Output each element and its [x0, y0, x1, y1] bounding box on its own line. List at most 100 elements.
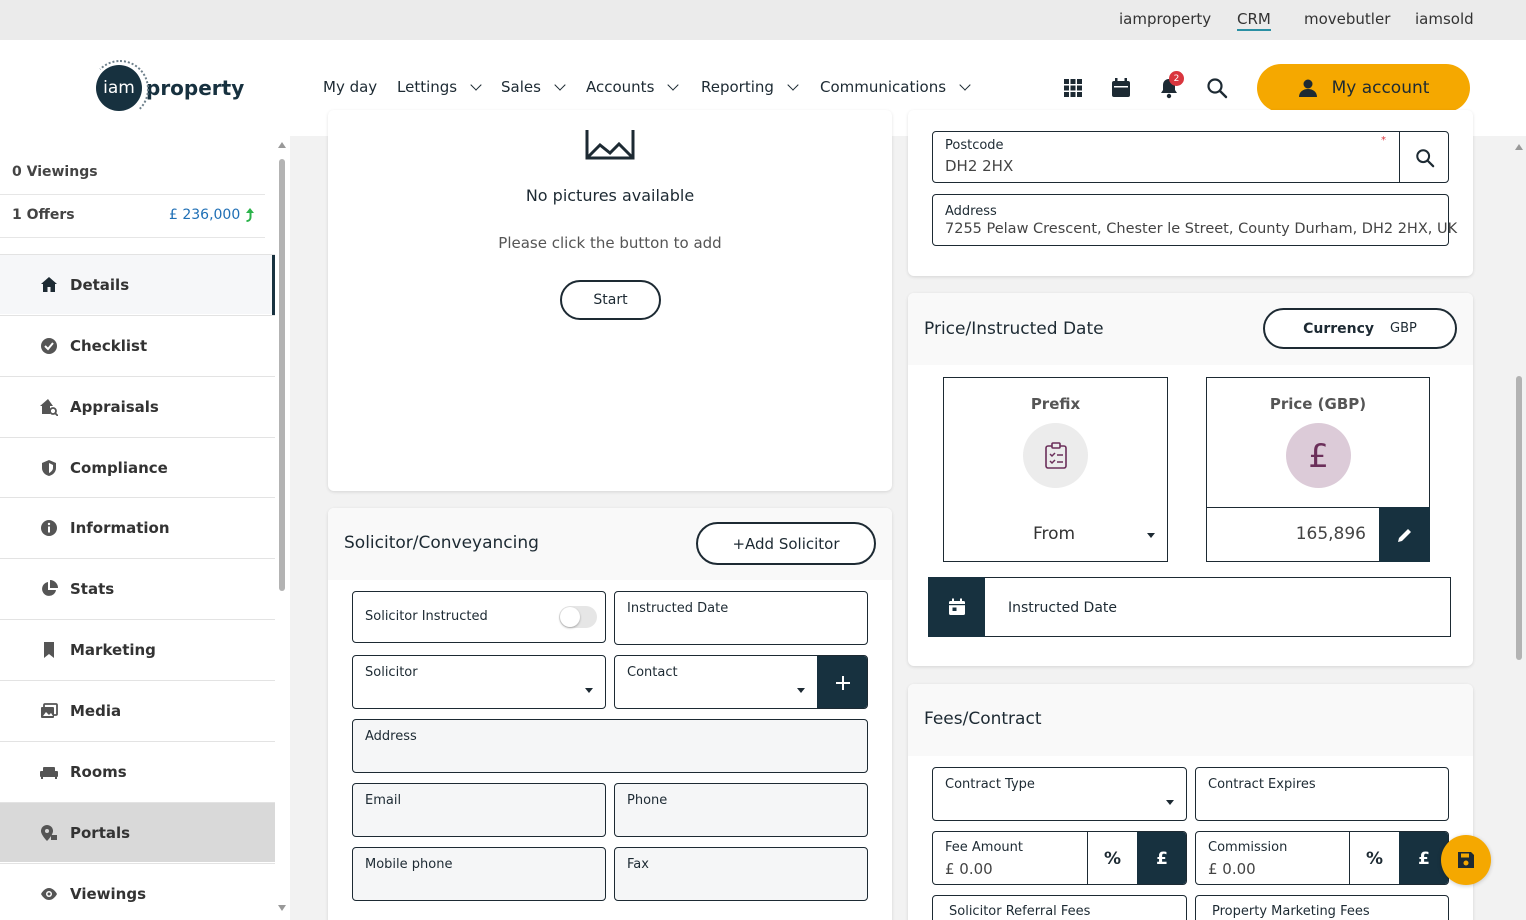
contact-label: Contact — [627, 665, 678, 680]
sidebar-item-media[interactable]: Media — [0, 680, 275, 740]
image-placeholder-icon — [585, 130, 635, 160]
solicitor-address-field[interactable]: Address — [352, 719, 868, 773]
top-link-iamsold[interactable]: iamsold — [1415, 10, 1474, 28]
commission-percent-toggle[interactable]: % — [1349, 832, 1399, 884]
fee-percent-toggle[interactable]: % — [1087, 832, 1137, 884]
start-button[interactable]: Start — [560, 280, 661, 320]
currency-label: Currency — [1303, 320, 1375, 337]
edit-price-button[interactable] — [1379, 507, 1430, 562]
commission-value: £ 0.00 — [1208, 860, 1256, 878]
top-link-iamproperty[interactable]: iamproperty — [1119, 10, 1211, 28]
logo[interactable]: iam property — [91, 60, 244, 118]
sidebar-item-compliance[interactable]: Compliance — [0, 437, 275, 497]
solicitor-referral-fees-field[interactable]: Solicitor Referral Fees — [932, 895, 1187, 920]
top-link-crm[interactable]: CRM — [1237, 10, 1271, 31]
price-title: Price/Instructed Date — [924, 319, 1104, 339]
postcode-field[interactable]: Postcode DH2 2HX * — [932, 131, 1449, 183]
solicitor-instructed-field: Solicitor Instructed — [352, 591, 606, 643]
contract-type-select[interactable]: Contract Type — [932, 767, 1187, 821]
sidebar-item-label: Information — [70, 518, 170, 537]
apps-grid-icon[interactable] — [1062, 77, 1084, 99]
nav-reporting[interactable]: Reporting — [701, 78, 799, 96]
nav-my-day[interactable]: My day — [323, 78, 377, 96]
chevron-down-icon — [554, 78, 566, 91]
no-pictures-title: No pictures available — [525, 186, 695, 205]
property-address-field[interactable]: Address 7255 Pelaw Crescent, Chester le … — [932, 194, 1457, 246]
sidebar-item-portals[interactable]: Portals — [0, 802, 275, 862]
page-scrollbar[interactable] — [1513, 140, 1524, 920]
nav-accounts[interactable]: Accounts — [586, 78, 680, 96]
sidebar-item-label: Marketing — [70, 640, 156, 659]
fee-pound-toggle[interactable]: £ — [1137, 832, 1186, 884]
address-label: Address — [365, 729, 417, 744]
house-search-icon — [40, 398, 58, 416]
prefix-label: Prefix — [1030, 395, 1081, 413]
sidebar-item-rooms[interactable]: Rooms — [0, 741, 275, 801]
eye-icon — [41, 887, 57, 900]
sidebar-item-marketing[interactable]: Marketing — [0, 619, 275, 679]
calendar-icon — [948, 598, 965, 615]
trend-up-icon — [246, 208, 255, 222]
postcode-search-button[interactable] — [1399, 132, 1448, 182]
search-icon[interactable] — [1206, 77, 1228, 99]
scroll-thumb[interactable] — [1516, 376, 1522, 660]
phone-field[interactable]: Phone — [614, 783, 868, 837]
solicitor-instructed-label: Solicitor Instructed — [365, 609, 488, 624]
solicitor-title: Solicitor/Conveyancing — [344, 533, 539, 553]
nav-sales[interactable]: Sales — [501, 78, 566, 96]
info-icon — [41, 519, 57, 536]
notification-badge: 2 — [1169, 71, 1184, 86]
add-solicitor-button[interactable]: +Add Solicitor — [696, 522, 876, 565]
contract-expires-label: Contract Expires — [1208, 777, 1316, 792]
scroll-thumb[interactable] — [279, 159, 285, 591]
top-link-movebutler[interactable]: movebutler — [1304, 10, 1390, 28]
contract-expires-field[interactable]: Contract Expires — [1195, 767, 1449, 821]
sidebar-item-details[interactable]: Details — [0, 254, 275, 315]
solicitor-select[interactable]: Solicitor — [352, 655, 606, 709]
solicitor-instructed-toggle[interactable] — [559, 606, 597, 628]
instructed-date-field[interactable]: Instructed Date — [614, 591, 868, 645]
fee-amount-value: £ 0.00 — [945, 860, 993, 878]
email-field[interactable]: Email — [352, 783, 606, 837]
sidebar-item-label: Portals — [70, 823, 131, 842]
scroll-up-arrow-icon[interactable] — [1515, 144, 1523, 150]
sidebar-item-stats[interactable]: Stats — [0, 558, 275, 618]
mobile-phone-field[interactable]: Mobile phone — [352, 847, 606, 901]
my-account-button[interactable]: My account — [1257, 64, 1470, 112]
price-label: Price (GBP) — [1269, 395, 1367, 413]
nav-my-day-label: My day — [323, 78, 378, 96]
sidebar-item-label: Checklist — [70, 336, 148, 355]
property-address-label: Address — [945, 204, 997, 219]
nav-sales-label: Sales — [501, 78, 541, 96]
nav-lettings[interactable]: Lettings — [397, 78, 482, 96]
property-marketing-fees-field[interactable]: Property Marketing Fees — [1195, 895, 1449, 920]
instructed-date-label: Instructed Date — [1008, 600, 1118, 616]
contact-select[interactable]: Contact — [614, 655, 868, 709]
save-button[interactable] — [1441, 835, 1491, 885]
caret-down-icon — [585, 688, 593, 693]
instructed-date-picker[interactable]: Instructed Date — [928, 577, 1451, 637]
nav-communications[interactable]: Communications — [820, 78, 971, 96]
calendar-icon[interactable] — [1110, 77, 1132, 99]
calendar-button[interactable] — [928, 577, 985, 637]
commission-field[interactable]: Commission £ 0.00 % £ — [1195, 831, 1449, 885]
prefix-select[interactable]: From — [1033, 524, 1075, 544]
currency-button[interactable]: Currency GBP — [1263, 308, 1457, 349]
commission-label: Commission — [1208, 840, 1288, 855]
sidebar: 0 Viewings 1 Offers £ 236,000 Details Ch… — [0, 136, 290, 920]
offers-count: 1 Offers — [12, 207, 75, 223]
sidebar-scrollbar[interactable] — [277, 142, 287, 914]
solicitor-label: Solicitor — [365, 665, 418, 680]
scroll-down-arrow-icon[interactable] — [278, 905, 286, 911]
sidebar-item-appraisals[interactable]: Appraisals — [0, 376, 275, 436]
sidebar-item-information[interactable]: Information — [0, 497, 275, 557]
fee-amount-field[interactable]: Fee Amount £ 0.00 % £ — [932, 831, 1187, 885]
sidebar-item-viewings[interactable]: Viewings — [0, 863, 275, 920]
fax-field[interactable]: Fax — [614, 847, 868, 901]
add-contact-button[interactable] — [817, 656, 867, 708]
sidebar-item-checklist[interactable]: Checklist — [0, 315, 275, 375]
shield-icon — [42, 459, 56, 476]
plus-icon — [836, 676, 850, 690]
scroll-up-arrow-icon[interactable] — [278, 142, 286, 148]
required-marker: * — [1381, 135, 1386, 146]
